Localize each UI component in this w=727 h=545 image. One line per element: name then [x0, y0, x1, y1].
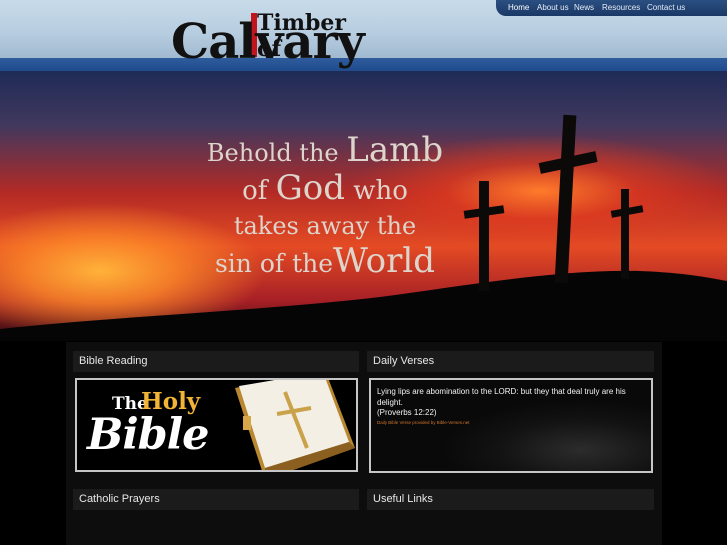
daily-verses-title: Daily Verses — [367, 351, 654, 372]
nav-resources[interactable]: Resources — [602, 3, 640, 12]
content-panel: Bible Reading Daily Verses The Holy Bibl… — [66, 342, 662, 545]
nav-contact-us[interactable]: Contact us — [647, 3, 685, 12]
bible-reading-title: Bible Reading — [73, 351, 359, 372]
hero-line4-b: World — [333, 241, 436, 281]
catholic-prayers-title: Catholic Prayers — [73, 489, 359, 510]
hero-line1-b: Lamb — [346, 130, 444, 170]
logo-main-text: Calvary — [171, 14, 365, 70]
hero-line2-c: who — [353, 176, 408, 206]
nav-about-us[interactable]: About us — [537, 3, 569, 12]
bible-banner-title: Bible — [87, 410, 209, 460]
useful-links-title: Useful Links — [367, 489, 654, 510]
hero-line1-a: Behold the — [206, 139, 339, 167]
site-logo[interactable]: Timber of Calvary — [165, 8, 365, 74]
hero-line-1: Behold the Lamb — [205, 133, 445, 171]
verse-text: Lying lips are abomination to the LORD: … — [377, 387, 626, 407]
nav-home[interactable]: Home — [508, 3, 529, 12]
hero-line-2: of God who — [205, 171, 445, 209]
hero-headline: Behold the Lamb of God who takes away th… — [205, 133, 445, 281]
hero-line4-a: sin of the — [214, 249, 334, 278]
daily-verse-box: Lying lips are abomination to the LORD: … — [369, 378, 653, 473]
holy-bible-banner[interactable]: The Holy Bible — [75, 378, 358, 472]
nav-news[interactable]: News — [574, 3, 594, 12]
main-nav: Home About us News Resources Contact us — [496, 0, 727, 16]
hero-banner: Behold the Lamb of God who takes away th… — [0, 71, 727, 341]
verse-reference: (Proverbs 12:22) — [377, 408, 437, 417]
hero-line-4: sin of theWorld — [205, 244, 445, 281]
verse-credit-link[interactable]: Daily Bible Verse provided by Bible-Vers… — [377, 420, 645, 425]
hero-line2-b: God — [275, 168, 346, 208]
bible-book-image — [235, 380, 355, 470]
hero-line2-a: of — [242, 176, 268, 206]
hero-line-3: takes away the — [233, 212, 417, 240]
